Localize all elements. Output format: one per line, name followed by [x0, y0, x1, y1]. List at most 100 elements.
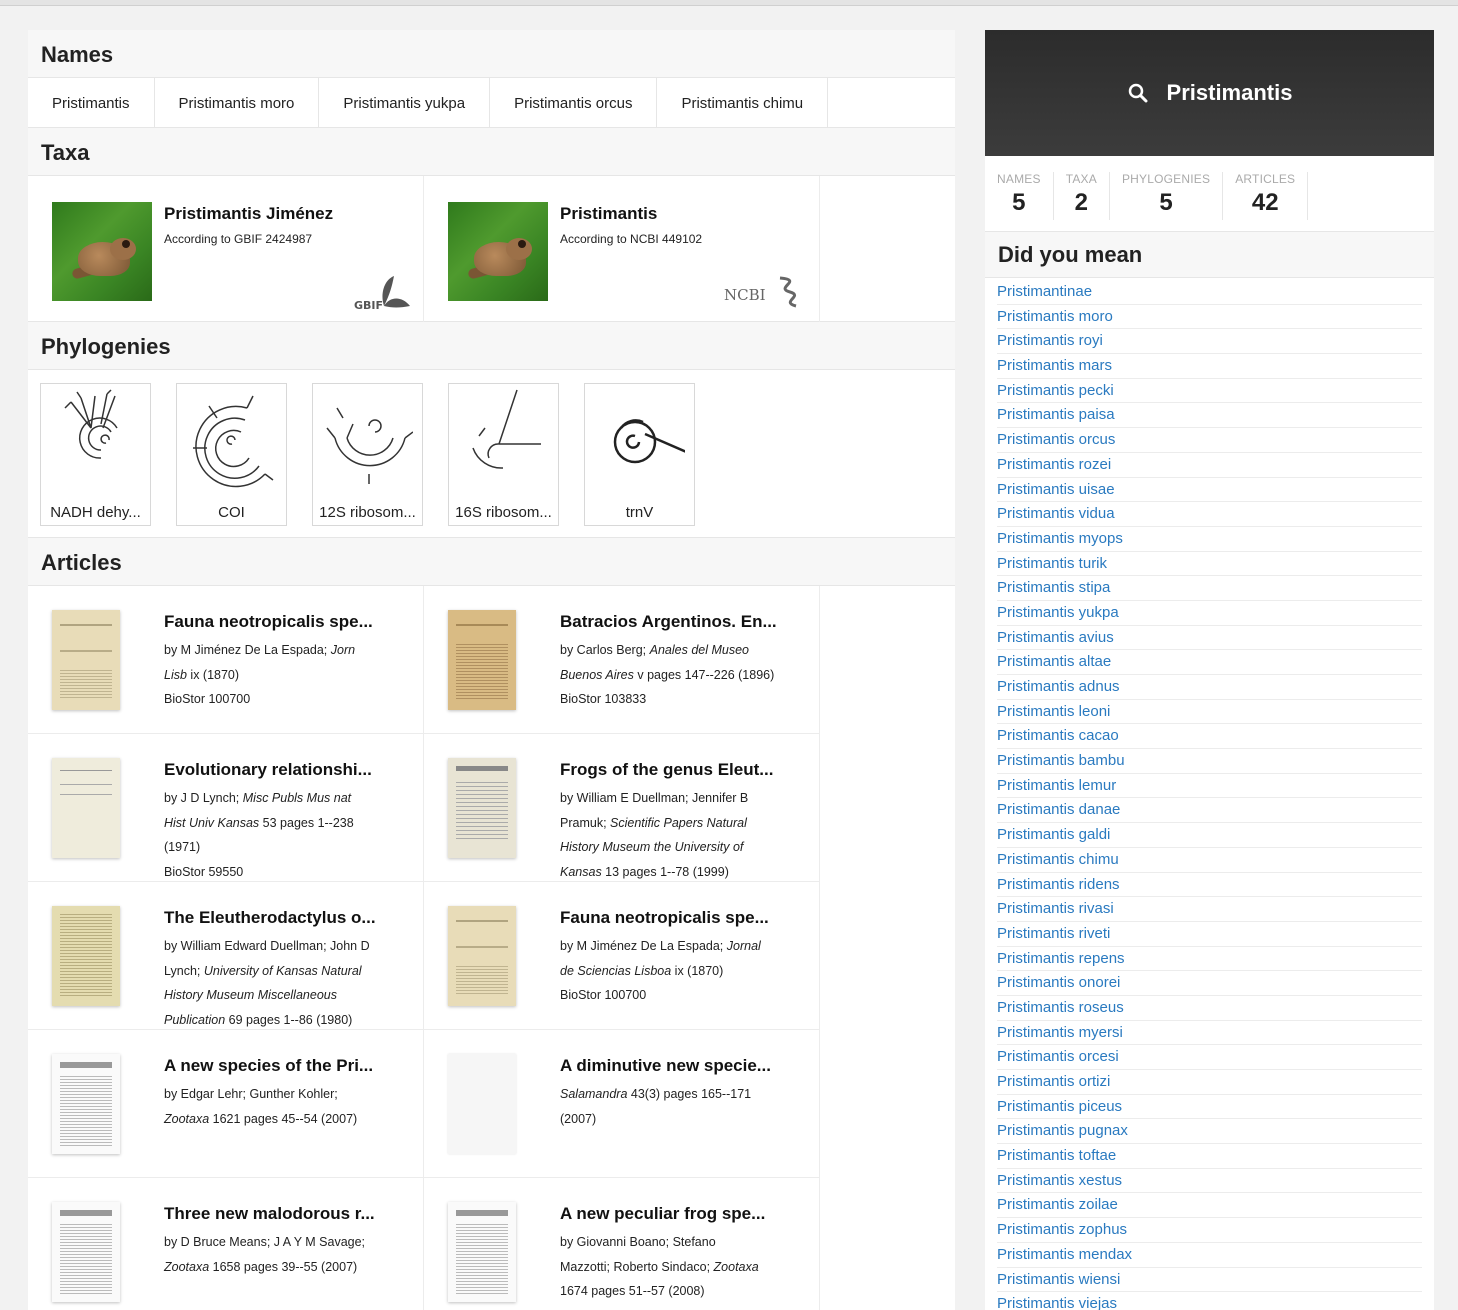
- name-item[interactable]: Pristimantis chimu: [657, 78, 829, 128]
- gbif-logo-icon: GBIF: [354, 276, 410, 312]
- suggestion-link[interactable]: Pristimantis altae: [997, 650, 1422, 675]
- tree-thumbnail-icon: [64, 389, 118, 459]
- suggestion-link[interactable]: Pristimantis rivasi: [997, 897, 1422, 922]
- taxon-title: Pristimantis Jiménez: [164, 204, 334, 223]
- article-card[interactable]: Fauna neotropicalis spe... by M Jiménez …: [424, 882, 820, 1030]
- article-card[interactable]: A new species of the Pri... by Edgar Leh…: [28, 1030, 424, 1178]
- phylogeny-label: COI: [218, 504, 245, 521]
- suggestion-link[interactable]: Pristimantis vidua: [997, 502, 1422, 527]
- name-item[interactable]: Pristimantis orcus: [490, 78, 658, 128]
- name-item[interactable]: Pristimantis yukpa: [319, 78, 491, 128]
- article-title: Evolutionary relationshi...: [164, 760, 372, 779]
- suggestion-link[interactable]: Pristimantis adnus: [997, 675, 1422, 700]
- article-title: The Eleutherodactylus o...: [164, 908, 376, 927]
- phylogeny-card[interactable]: COI: [176, 383, 287, 526]
- article-title: A new species of the Pri...: [164, 1056, 374, 1075]
- suggestion-link[interactable]: Pristimantis moro: [997, 305, 1422, 330]
- did-you-mean-heading: Did you mean: [985, 232, 1434, 278]
- article-card[interactable]: Three new malodorous r... by D Bruce Mea…: [28, 1178, 424, 1310]
- suggestion-link[interactable]: Pristimantis wiensi: [997, 1268, 1422, 1293]
- suggestion-link[interactable]: Pristimantis paisa: [997, 403, 1422, 429]
- suggestion-link[interactable]: Pristimantis onorei: [997, 971, 1422, 996]
- article-card[interactable]: The Eleutherodactylus o... by William Ed…: [28, 882, 424, 1030]
- suggestion-link[interactable]: Pristimantis mendax: [997, 1243, 1422, 1268]
- suggestion-link[interactable]: Pristimantis mars: [997, 354, 1422, 379]
- suggestion-link[interactable]: Pristimantis danae: [997, 798, 1422, 824]
- suggestion-link[interactable]: Pristimantis leoni: [997, 700, 1422, 725]
- article-meta: by Carlos Berg; Anales del Museo Buenos …: [560, 643, 775, 707]
- phylogeny-card[interactable]: 16S ribosom...: [448, 383, 559, 526]
- top-border: [0, 0, 1458, 6]
- search-box[interactable]: Pristimantis: [985, 30, 1434, 156]
- suggestion-link[interactable]: Pristimantis bambu: [997, 749, 1422, 774]
- suggestion-link[interactable]: Pristimantis lemur: [997, 774, 1422, 799]
- taxa-heading: Taxa: [28, 128, 955, 176]
- suggestion-link[interactable]: Pristimantis viejas: [997, 1292, 1422, 1310]
- article-title: A diminutive new specie...: [560, 1056, 771, 1075]
- taxon-card[interactable]: Pristimantis Jiménez According to GBIF 2…: [28, 176, 424, 322]
- suggestion-link[interactable]: Pristimantis riveti: [997, 922, 1422, 947]
- article-card[interactable]: A new peculiar frog spe... by Giovanni B…: [424, 1178, 820, 1310]
- name-item[interactable]: Pristimantis: [28, 78, 155, 128]
- names-list: Pristimantis Pristimantis moro Pristiman…: [28, 78, 955, 128]
- suggestion-link[interactable]: Pristimantinae: [997, 280, 1422, 305]
- article-title: Batracios Argentinos. En...: [560, 612, 777, 631]
- article-card[interactable]: A diminutive new specie... Salamandra 43…: [424, 1030, 820, 1178]
- article-card[interactable]: Evolutionary relationshi... by J D Lynch…: [28, 734, 424, 882]
- phylogeny-label: 16S ribosom...: [455, 504, 552, 521]
- suggestion-link[interactable]: Pristimantis ridens: [997, 873, 1422, 898]
- articles-grid: Fauna neotropicalis spe... by M Jiménez …: [28, 586, 820, 1310]
- phylogeny-card[interactable]: 12S ribosom...: [312, 383, 423, 526]
- stat-taxa[interactable]: TAXA 2: [1066, 172, 1110, 220]
- suggestion-link[interactable]: Pristimantis cacao: [997, 724, 1422, 750]
- taxon-card[interactable]: Pristimantis According to NCBI 449102 NC…: [424, 176, 820, 322]
- phylogeny-card[interactable]: trnV: [584, 383, 695, 526]
- suggestion-link[interactable]: Pristimantis myops: [997, 527, 1422, 552]
- phylogenies-heading: Phylogenies: [28, 322, 955, 370]
- suggestion-link[interactable]: Pristimantis stipa: [997, 576, 1422, 601]
- suggestion-link[interactable]: Pristimantis rozei: [997, 453, 1422, 478]
- suggestion-link[interactable]: Pristimantis avius: [997, 626, 1422, 651]
- suggestion-link[interactable]: Pristimantis orcesi: [997, 1045, 1422, 1070]
- suggestion-link[interactable]: Pristimantis xestus: [997, 1169, 1422, 1194]
- suggestion-link[interactable]: Pristimantis galdi: [997, 823, 1422, 848]
- suggestion-link[interactable]: Pristimantis zoilae: [997, 1193, 1422, 1219]
- article-title: Frogs of the genus Eleut...: [560, 760, 774, 779]
- article-thumbnail: [448, 1054, 516, 1154]
- suggestion-link[interactable]: Pristimantis zophus: [997, 1218, 1422, 1243]
- phylogenies-list: NADH dehy... COI 12S ribosom... 16S ribo…: [28, 370, 955, 538]
- suggestion-link[interactable]: Pristimantis piceus: [997, 1095, 1422, 1120]
- article-card[interactable]: Fauna neotropicalis spe... by M Jiménez …: [28, 586, 424, 734]
- stat-names[interactable]: NAMES 5: [997, 172, 1054, 220]
- suggestion-link[interactable]: Pristimantis turik: [997, 552, 1422, 577]
- frog-photo: [52, 202, 152, 301]
- article-meta: by M Jiménez De La Espada; Jorn Lisb ix …: [164, 643, 356, 707]
- article-card[interactable]: Batracios Argentinos. En... by Carlos Be…: [424, 586, 820, 734]
- ncbi-logo-icon: NCBI: [724, 276, 797, 308]
- article-meta: by William Edward Duellman; John D Lynch…: [164, 939, 370, 1028]
- suggestion-link[interactable]: Pristimantis ortizi: [997, 1070, 1422, 1095]
- article-thumbnail: [448, 906, 516, 1006]
- suggestion-link[interactable]: Pristimantis royi: [997, 329, 1422, 355]
- article-card[interactable]: Frogs of the genus Eleut... by William E…: [424, 734, 820, 882]
- suggestion-link[interactable]: Pristimantis uisae: [997, 478, 1422, 503]
- suggestion-link[interactable]: Pristimantis repens: [997, 947, 1422, 972]
- stat-phylogenies[interactable]: PHYLOGENIES 5: [1122, 172, 1224, 220]
- stat-articles[interactable]: ARTICLES 42: [1235, 172, 1309, 220]
- suggestion-link[interactable]: Pristimantis pecki: [997, 379, 1422, 404]
- suggestion-link[interactable]: Pristimantis toftae: [997, 1144, 1422, 1169]
- article-meta: by M Jiménez De La Espada; Jornal de Sci…: [560, 939, 761, 1003]
- suggestion-link[interactable]: Pristimantis orcus: [997, 428, 1422, 453]
- article-thumbnail: [52, 758, 120, 858]
- suggestion-link[interactable]: Pristimantis chimu: [997, 848, 1422, 873]
- suggestion-link[interactable]: Pristimantis yukpa: [997, 601, 1422, 626]
- phylogeny-card[interactable]: NADH dehy...: [40, 383, 151, 526]
- frog-photo: [448, 202, 548, 301]
- name-item[interactable]: Pristimantis moro: [155, 78, 320, 128]
- suggestion-link[interactable]: Pristimantis pugnax: [997, 1119, 1422, 1145]
- suggestion-link[interactable]: Pristimantis myersi: [997, 1021, 1422, 1046]
- suggestion-link[interactable]: Pristimantis roseus: [997, 996, 1422, 1021]
- gbif-logo-text: GBIF: [354, 299, 383, 312]
- article-title: Three new malodorous r...: [164, 1204, 375, 1223]
- ncbi-logo-text: NCBI: [724, 286, 766, 304]
